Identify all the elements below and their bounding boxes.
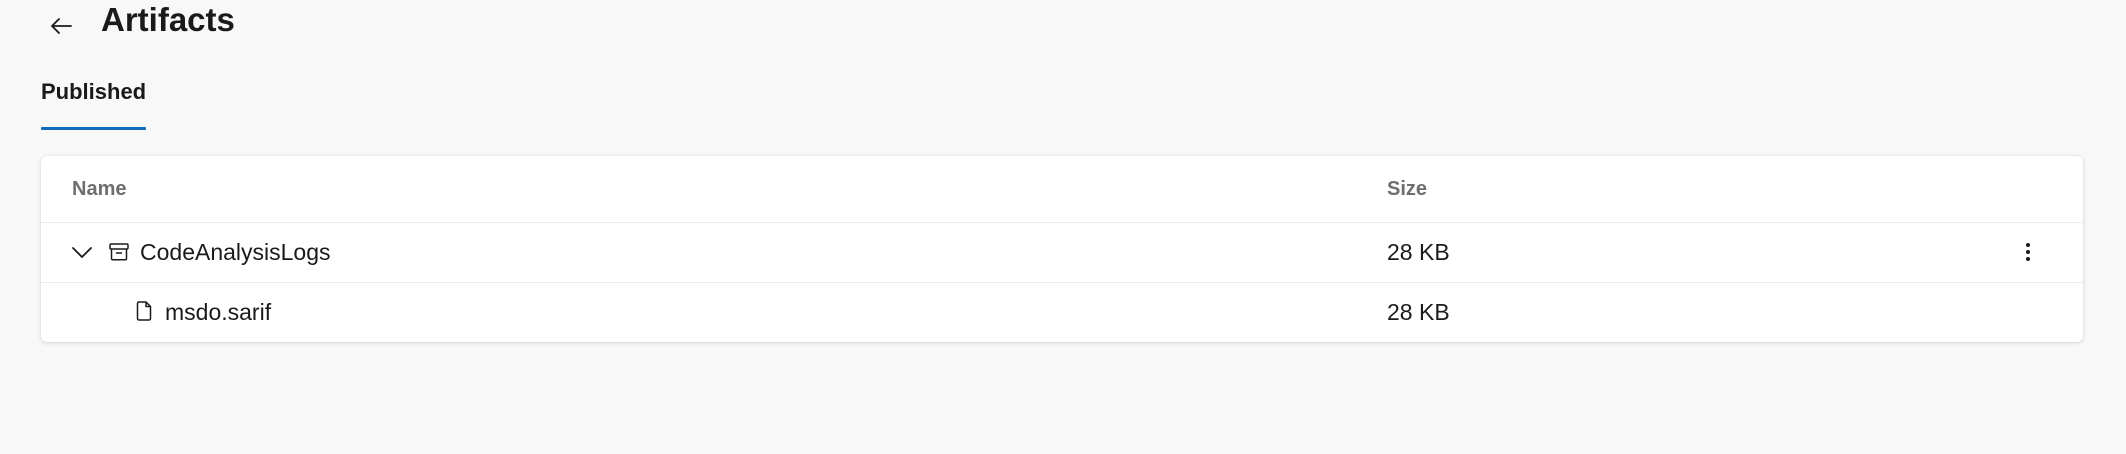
arrow-left-icon: [51, 18, 72, 34]
table-row-msdo-sarif[interactable]: msdo.sarif 28 KB: [41, 283, 2083, 342]
artifact-name[interactable]: CodeAnalysisLogs: [140, 239, 331, 266]
tab-selected-indicator: [41, 127, 147, 130]
tab-published-label: Published: [41, 79, 147, 104]
tab-published[interactable]: Published: [41, 70, 147, 130]
more-options-button[interactable]: [2013, 237, 2043, 267]
more-vertical-icon: [2026, 243, 2030, 261]
tab-bar: Published: [41, 70, 147, 130]
table-header-row: Name Size: [41, 156, 2083, 223]
page-title: Artifacts: [101, 1, 235, 38]
artifact-name[interactable]: msdo.sarif: [165, 299, 271, 326]
chevron-down-icon[interactable]: [69, 241, 95, 265]
artifact-size: 28 KB: [1387, 299, 1450, 325]
table-row-code-analysis-logs[interactable]: CodeAnalysisLogs 28 KB: [41, 223, 2083, 283]
archive-box-icon: [107, 240, 131, 264]
back-button[interactable]: [41, 8, 81, 44]
file-icon: [134, 299, 154, 323]
column-header-name[interactable]: Name: [72, 178, 126, 201]
artifacts-table: Name Size CodeAnalysisLogs 28 KB msdo.sa…: [41, 156, 2083, 342]
artifacts-page: Artifacts Published Name Size CodeAnalys…: [0, 0, 2126, 454]
column-header-size[interactable]: Size: [1387, 178, 1427, 201]
artifact-size: 28 KB: [1387, 239, 1450, 265]
